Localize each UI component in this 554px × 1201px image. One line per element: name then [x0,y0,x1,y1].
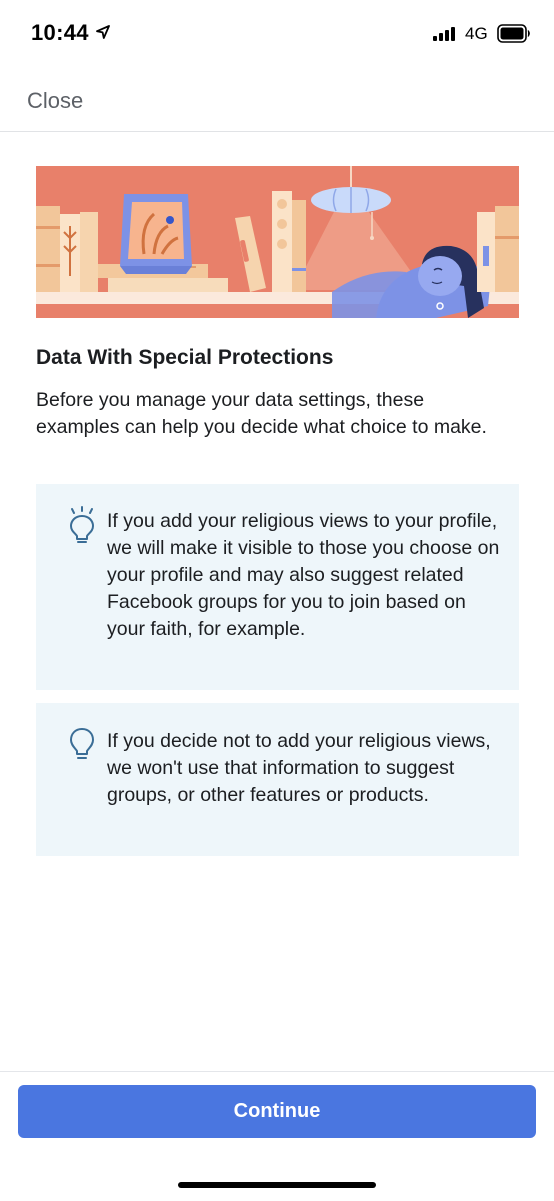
page-title: Data With Special Protections [36,346,334,369]
signal-bars-icon [433,27,455,41]
nav-bar: Close [0,72,554,132]
home-indicator [178,1182,376,1188]
lightbulb-icon [70,728,94,759]
card-text: If you add your religious views to your … [107,510,500,640]
location-arrow-icon [96,25,110,39]
lightbulb-on-icon [70,506,94,543]
card-text: If you decide not to add your religious … [107,730,491,806]
continue-button[interactable]: Continue [18,1085,536,1138]
status-bar: 10:44 4G [0,0,554,70]
example-card: If you decide not to add your religious … [36,703,519,856]
battery-icon [497,24,530,43]
close-button[interactable]: Close [27,88,83,114]
network-type: 4G [465,24,488,43]
example-card: If you add your religious views to your … [36,484,519,690]
status-time: 10:44 [31,20,89,45]
intro-text: Before you manage your data settings, th… [36,389,487,438]
bookshelf-illustration [36,166,519,318]
